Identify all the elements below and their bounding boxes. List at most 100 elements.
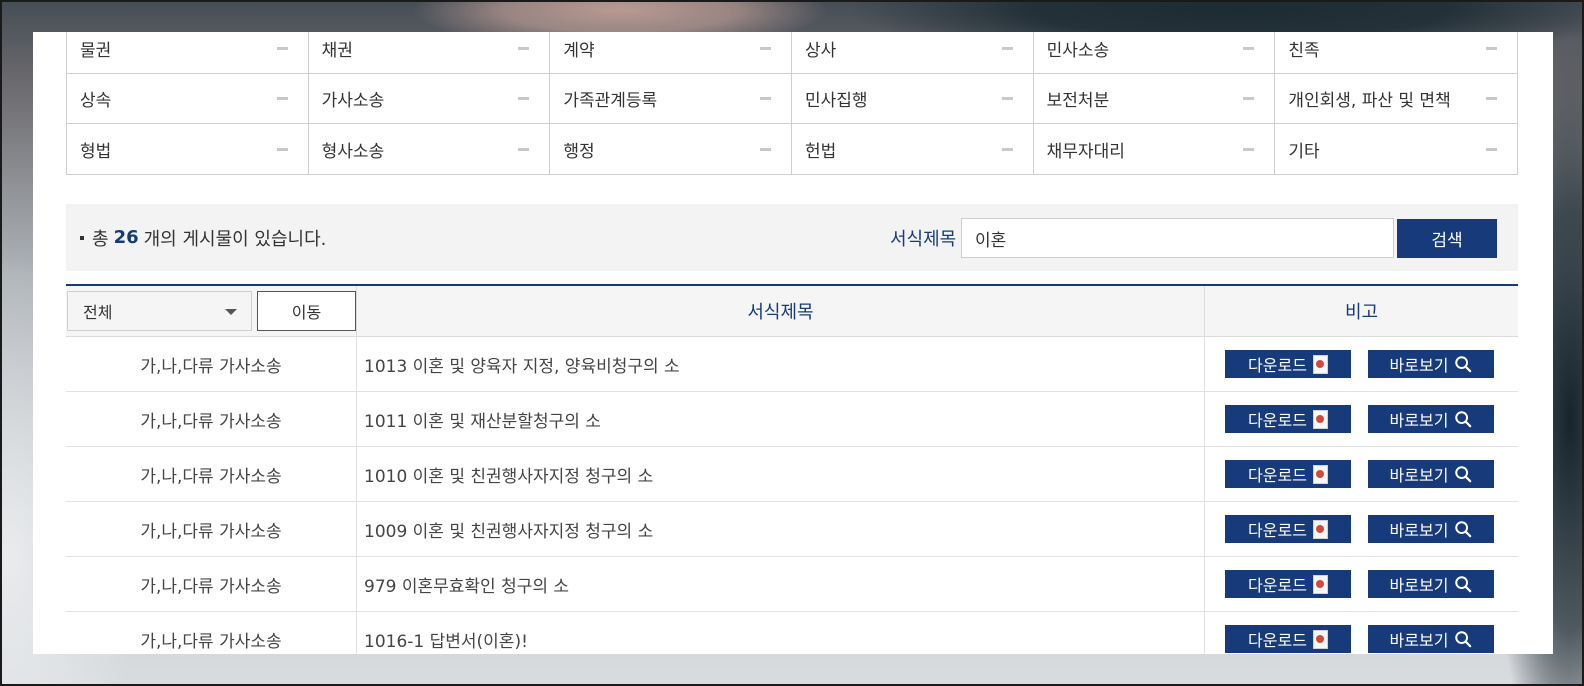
table-row: 가,나,다류 가사소송 979 이혼무효확인 청구의 소 다운로드 바로보기 — [66, 557, 1518, 612]
category-item[interactable]: 헌법 — [792, 124, 1034, 174]
category-label: 물권 — [80, 41, 112, 61]
view-button[interactable]: 바로보기 — [1368, 460, 1494, 488]
category-filter-select[interactable]: 전체 — [67, 291, 252, 331]
document-icon — [1312, 574, 1328, 594]
row-title: 1013 이혼 및 양육자 지정, 양육비청구의 소 — [357, 337, 1205, 391]
view-button[interactable]: 바로보기 — [1368, 625, 1494, 653]
minus-icon — [276, 97, 288, 100]
document-icon — [1312, 629, 1328, 649]
minus-icon — [1243, 47, 1255, 50]
move-button[interactable]: 이동 — [257, 291, 356, 331]
view-label: 바로보기 — [1389, 576, 1449, 595]
magnifier-icon — [1454, 355, 1472, 373]
document-icon — [1312, 464, 1328, 484]
row-title: 1010 이혼 및 친권행사자지정 청구의 소 — [357, 447, 1205, 501]
minus-icon — [1243, 147, 1255, 151]
download-button[interactable]: 다운로드 — [1225, 350, 1351, 378]
download-button[interactable]: 다운로드 — [1225, 515, 1351, 543]
minus-icon — [1243, 97, 1255, 100]
category-item[interactable]: 행정 — [550, 124, 792, 174]
document-icon — [1312, 354, 1328, 374]
search-input[interactable] — [961, 218, 1394, 258]
count-suffix: 개의 게시물이 있습니다. — [143, 228, 327, 250]
download-label: 다운로드 — [1248, 576, 1307, 595]
category-item[interactable]: 계약 — [550, 32, 792, 74]
category-item[interactable]: 채권 — [308, 32, 551, 74]
category-label: 계약 — [563, 41, 595, 61]
download-button[interactable]: 다운로드 — [1225, 405, 1351, 433]
download-button[interactable]: 다운로드 — [1225, 570, 1351, 598]
download-button[interactable]: 다운로드 — [1225, 460, 1351, 488]
minus-icon — [1001, 147, 1013, 151]
category-label: 상사 — [805, 41, 837, 61]
row-category: 가,나,다류 가사소송 — [66, 392, 357, 446]
category-label: 가사소송 — [321, 91, 385, 111]
result-count: 총 26 개의 게시물이 있습니다. — [80, 225, 326, 251]
column-header-title: 서식제목 — [357, 286, 1205, 336]
table-row: 가,나,다류 가사소송 1013 이혼 및 양육자 지정, 양육비청구의 소 다운로… — [66, 337, 1518, 392]
minus-icon — [518, 97, 530, 100]
download-button[interactable]: 다운로드 — [1225, 625, 1351, 653]
view-button[interactable]: 바로보기 — [1368, 350, 1494, 378]
minus-icon — [276, 47, 288, 50]
row-title: 1009 이혼 및 친권행사자지정 청구의 소 — [357, 502, 1205, 556]
category-label: 가족관계등록 — [563, 91, 658, 111]
row-category: 가,나,다류 가사소송 — [66, 447, 357, 501]
category-item[interactable]: 채무자대리 — [1034, 124, 1276, 174]
category-item[interactable]: 민사집행 — [792, 74, 1034, 124]
minus-icon — [1001, 97, 1013, 100]
download-label: 다운로드 — [1248, 411, 1307, 430]
view-label: 바로보기 — [1389, 411, 1449, 430]
category-item[interactable]: 민사소송 — [1033, 32, 1276, 74]
document-icon — [1312, 519, 1328, 539]
form-table: 전체 이동 서식제목 비고 가,나,다류 가사소송 1013 이혼 및 양육자 지… — [66, 284, 1518, 654]
row-actions: 다운로드 바로보기 — [1205, 557, 1518, 611]
category-item[interactable]: 개인회생, 파산 및 면책 — [1275, 74, 1517, 124]
view-label: 바로보기 — [1389, 521, 1449, 540]
category-item[interactable]: 보전처분 — [1033, 74, 1276, 124]
minus-icon — [1001, 47, 1013, 50]
header-filter-cell: 전체 이동 — [66, 286, 357, 336]
row-actions: 다운로드 바로보기 — [1205, 447, 1518, 501]
category-item[interactable]: 상사 — [792, 32, 1034, 74]
category-item[interactable]: 형사소송 — [309, 124, 551, 174]
view-button[interactable]: 바로보기 — [1368, 570, 1494, 598]
category-label: 헌법 — [805, 141, 837, 162]
count-prefix: 총 — [92, 228, 109, 250]
minus-icon — [760, 147, 771, 151]
download-label: 다운로드 — [1248, 356, 1307, 375]
category-label: 기타 — [1288, 141, 1320, 162]
category-item[interactable]: 기타 — [1275, 124, 1517, 174]
table-row: 가,나,다류 가사소송 1010 이혼 및 친권행사자지정 청구의 소 다운로드 바로… — [66, 447, 1518, 502]
download-label: 다운로드 — [1248, 466, 1307, 485]
category-item[interactable]: 가사소송 — [308, 74, 551, 124]
row-category: 가,나,다류 가사소송 — [66, 612, 357, 654]
category-item[interactable]: 친족 — [1275, 32, 1517, 74]
minus-icon — [760, 97, 771, 100]
magnifier-icon — [1454, 520, 1472, 538]
category-label: 보전처분 — [1046, 91, 1110, 111]
minus-icon — [1486, 97, 1497, 100]
search-button[interactable]: 검색 — [1397, 219, 1497, 258]
minus-icon — [760, 47, 771, 50]
view-label: 바로보기 — [1389, 466, 1449, 485]
category-item[interactable]: 형법 — [67, 124, 309, 174]
row-category: 가,나,다류 가사소송 — [66, 337, 357, 391]
view-button[interactable]: 바로보기 — [1368, 515, 1494, 543]
category-label: 상속 — [80, 91, 112, 111]
category-item[interactable]: 물권 — [67, 32, 309, 74]
count-number: 26 — [113, 227, 139, 248]
magnifier-icon — [1454, 465, 1472, 483]
row-actions: 다운로드 바로보기 — [1205, 392, 1518, 446]
category-item[interactable]: 가족관계등록 — [550, 74, 792, 124]
row-category: 가,나,다류 가사소송 — [66, 502, 357, 556]
category-label: 채권 — [321, 41, 353, 61]
category-item[interactable]: 상속 — [67, 74, 309, 124]
row-category: 가,나,다류 가사소송 — [66, 557, 357, 611]
magnifier-icon — [1454, 630, 1472, 648]
row-actions: 다운로드 바로보기 — [1205, 337, 1518, 391]
row-title: 1011 이혼 및 재산분할청구의 소 — [357, 392, 1205, 446]
minus-icon — [1486, 147, 1497, 151]
view-button[interactable]: 바로보기 — [1368, 405, 1494, 433]
search-bar: 총 26 개의 게시물이 있습니다. 서식제목 검색 — [66, 204, 1518, 271]
